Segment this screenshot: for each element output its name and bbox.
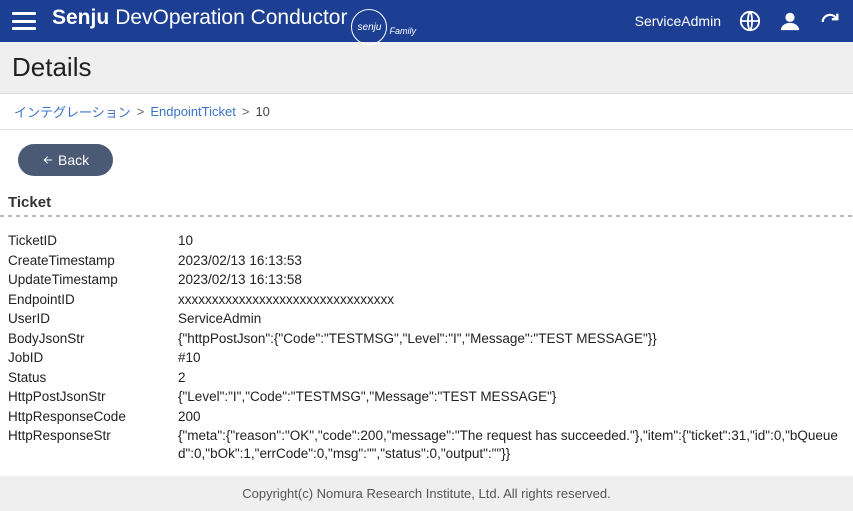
field-label: BodyJsonStr (8, 330, 178, 348)
field-value: {"meta":{"reason":"OK","code":200,"messa… (178, 427, 845, 462)
brand-bold: Senju (52, 6, 109, 30)
footer: Copyright(c) Nomura Research Institute, … (0, 476, 853, 511)
field-label: HttpPostJsonStr (8, 388, 178, 406)
menu-icon[interactable] (12, 12, 36, 30)
topbar-right: ServiceAdmin (635, 10, 841, 32)
field-value: {"httpPostJson":{"Code":"TESTMSG","Level… (178, 330, 845, 348)
user-icon[interactable] (779, 10, 801, 32)
arrow-left-icon (42, 154, 54, 166)
field-value: #10 (178, 349, 845, 367)
field-label: CreateTimestamp (8, 252, 178, 270)
page-title: Details (0, 42, 853, 93)
globe-icon[interactable] (739, 10, 761, 32)
field-row: JobID#10 (8, 348, 845, 368)
field-row: HttpResponseStr{"meta":{"reason":"OK","c… (8, 426, 845, 463)
field-value: 2023/02/13 16:13:58 (178, 271, 845, 289)
back-label: Back (58, 152, 89, 168)
field-value: 2 (178, 369, 845, 387)
field-row: HttpPostJsonStr{"Level":"I","Code":"TEST… (8, 387, 845, 407)
refresh-icon[interactable] (819, 10, 841, 32)
field-value: {"Level":"I","Code":"TESTMSG","Message":… (178, 388, 845, 406)
field-value: 200 (178, 408, 845, 426)
fields-table: TicketID10CreateTimestamp2023/02/13 16:1… (0, 231, 853, 464)
breadcrumb-current: 10 (255, 104, 269, 119)
field-value: ServiceAdmin (178, 310, 845, 328)
brand-family: Family (389, 26, 416, 36)
user-label: ServiceAdmin (635, 13, 721, 29)
brand-sub: senju (351, 3, 387, 39)
field-label: UpdateTimestamp (8, 271, 178, 289)
field-label: JobID (8, 349, 178, 367)
field-label: UserID (8, 310, 178, 328)
divider (0, 215, 853, 217)
field-row: HttpResponseCode200 (8, 407, 845, 427)
section-title: Ticket (8, 194, 853, 211)
field-value: xxxxxxxxxxxxxxxxxxxxxxxxxxxxxxxx (178, 291, 845, 309)
breadcrumb-sep: > (137, 104, 145, 119)
field-row: BodyJsonStr{"httpPostJson":{"Code":"TEST… (8, 329, 845, 349)
field-label: TicketID (8, 232, 178, 250)
field-row: EndpointIDxxxxxxxxxxxxxxxxxxxxxxxxxxxxxx… (8, 290, 845, 310)
breadcrumb-link[interactable]: EndpointTicket (150, 104, 236, 119)
field-label: HttpResponseCode (8, 408, 178, 426)
breadcrumb-sep: > (242, 104, 250, 119)
field-label: EndpointID (8, 291, 178, 309)
field-row: TicketID10 (8, 231, 845, 251)
topbar: Senju DevOperation Conductor senju Famil… (0, 0, 853, 42)
field-label: HttpResponseStr (8, 427, 178, 462)
field-row: Status2 (8, 368, 845, 388)
back-button[interactable]: Back (18, 144, 113, 176)
field-row: UpdateTimestamp2023/02/13 16:13:58 (8, 270, 845, 290)
brand-rest: DevOperation Conductor (115, 6, 347, 30)
field-value: 10 (178, 232, 845, 250)
field-value: 2023/02/13 16:13:53 (178, 252, 845, 270)
field-row: CreateTimestamp2023/02/13 16:13:53 (8, 251, 845, 271)
brand: Senju DevOperation Conductor senju Famil… (52, 3, 635, 39)
field-label: Status (8, 369, 178, 387)
breadcrumb: インテグレーション > EndpointTicket >10 (0, 93, 853, 130)
field-row: UserIDServiceAdmin (8, 309, 845, 329)
breadcrumb-link[interactable]: インテグレーション (14, 102, 131, 121)
